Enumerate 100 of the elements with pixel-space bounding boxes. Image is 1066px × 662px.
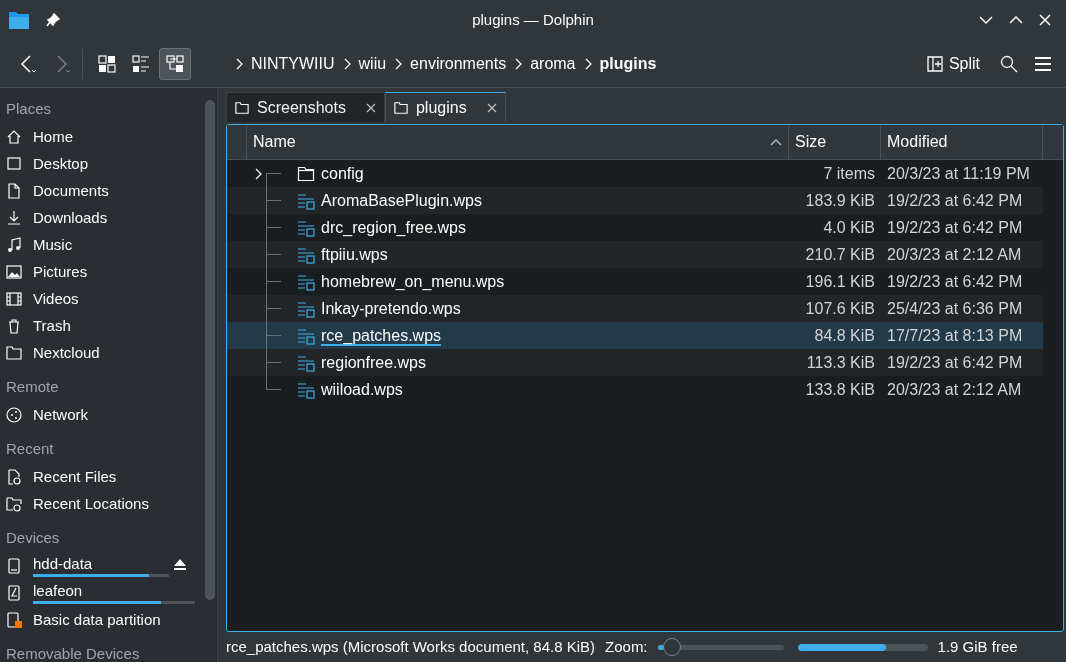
file-name: ftpiiu.wps bbox=[321, 245, 388, 263]
chevron-icon bbox=[514, 57, 523, 70]
drive-icon bbox=[6, 557, 22, 574]
close-icon[interactable] bbox=[486, 102, 497, 113]
column-header[interactable]: Name bbox=[247, 125, 789, 159]
file-size: 183.9 KiB bbox=[804, 190, 876, 211]
trash-icon bbox=[6, 317, 22, 334]
item-label: Trash bbox=[33, 316, 71, 335]
chevron-icon bbox=[394, 57, 403, 70]
file-name: config bbox=[321, 164, 364, 182]
file-row[interactable]: rce_patches.wps 84.8 KiB 17/7/23 at 8:13 PM bbox=[227, 322, 1043, 349]
item-label: Recent Files bbox=[33, 467, 117, 486]
breadcrumb-item[interactable]: plugins bbox=[597, 51, 659, 76]
document-icon bbox=[297, 380, 315, 399]
chevron-icon bbox=[235, 57, 243, 70]
sidebar-item[interactable]: Basic data partition bbox=[6, 606, 201, 633]
list-icon bbox=[132, 54, 150, 73]
desktop-icon bbox=[6, 155, 22, 172]
maximize-icon[interactable] bbox=[1008, 15, 1024, 25]
file-name: wiiload.wps bbox=[321, 380, 403, 398]
item-label: Recent Locations bbox=[33, 494, 149, 513]
item-label: Desktop bbox=[33, 154, 89, 173]
sidebar-item[interactable]: Documents bbox=[6, 177, 201, 204]
section-header: Recent bbox=[6, 439, 55, 460]
split-view-icon bbox=[926, 55, 943, 72]
split-button[interactable]: Split bbox=[922, 51, 984, 76]
file-size: 196.1 KiB bbox=[804, 271, 876, 292]
sidebar-item[interactable]: Network bbox=[6, 401, 201, 428]
scrollbar[interactable] bbox=[205, 100, 215, 600]
modified-date: 25/4/23 at 6:36 PM bbox=[886, 298, 1024, 319]
sidebar-item[interactable]: Trash bbox=[6, 312, 201, 339]
tree-line bbox=[266, 241, 281, 268]
modified-date: 20/3/23 at 2:12 AM bbox=[886, 244, 1023, 265]
modified-date: 19/2/23 at 6:42 PM bbox=[886, 217, 1024, 238]
file-size: 210.7 KiB bbox=[804, 244, 876, 265]
column-header[interactable]: Size bbox=[789, 125, 881, 159]
column-header[interactable]: Modified bbox=[881, 125, 1043, 159]
sidebar-item[interactable]: leafeon bbox=[6, 579, 201, 606]
item-label: Music bbox=[33, 235, 73, 254]
sidebar-item[interactable]: Desktop bbox=[6, 150, 201, 177]
file-name: rce_patches.wps bbox=[321, 326, 442, 346]
minimize-icon[interactable] bbox=[978, 15, 994, 25]
item-label: Pictures bbox=[33, 262, 88, 281]
sidebar-item[interactable]: Downloads bbox=[6, 204, 201, 231]
document-icon bbox=[297, 191, 315, 210]
sidebar-item[interactable]: Music bbox=[6, 231, 201, 258]
close-icon[interactable] bbox=[365, 102, 376, 113]
sidebar-item[interactable]: Pictures bbox=[6, 258, 201, 285]
file-row[interactable]: Inkay-pretendo.wps 107.6 KiB 25/4/23 at 6:36 PM bbox=[227, 295, 1043, 322]
item-label: Basic data partition bbox=[33, 610, 161, 629]
item-label: Documents bbox=[33, 181, 109, 200]
file-row[interactable]: regionfree.wps 113.3 KiB 19/2/23 at 6:42 PM bbox=[227, 349, 1043, 376]
tree-line bbox=[266, 295, 281, 322]
modified-date: 19/2/23 at 6:42 PM bbox=[886, 190, 1024, 211]
film-icon bbox=[6, 290, 22, 307]
breadcrumb-item[interactable]: wiiu bbox=[356, 51, 389, 76]
file-size: 4.0 KiB bbox=[822, 217, 876, 238]
slider-thumb[interactable] bbox=[662, 638, 681, 656]
modified-date: 19/2/23 at 6:42 PM bbox=[886, 352, 1024, 373]
file-name: AromaBasePlugin.wps bbox=[321, 191, 482, 209]
file-row[interactable]: ftpiiu.wps 210.7 KiB 20/3/23 at 2:12 AM bbox=[227, 241, 1043, 268]
document-icon bbox=[297, 218, 315, 237]
breadcrumb-item[interactable]: environments bbox=[408, 51, 509, 76]
sidebar-item[interactable]: Videos bbox=[6, 285, 201, 312]
file-row[interactable]: AromaBasePlugin.wps 183.9 KiB 19/2/23 at 6:42 PM bbox=[227, 187, 1043, 214]
sidebar-item[interactable]: hdd-data bbox=[6, 552, 201, 579]
folder-icon bbox=[297, 164, 315, 183]
folder-icon bbox=[6, 344, 22, 361]
network-icon bbox=[6, 406, 22, 423]
modified-date: 20/3/23 at 2:12 AM bbox=[886, 379, 1023, 400]
tab[interactable]: plugins bbox=[384, 92, 506, 122]
eject-icon[interactable] bbox=[173, 558, 187, 571]
drive-icon bbox=[6, 584, 22, 601]
zoom-slider[interactable] bbox=[657, 638, 784, 656]
item-label: leafeon bbox=[33, 581, 83, 600]
item-label: Downloads bbox=[33, 208, 108, 227]
menu-icon[interactable] bbox=[1034, 55, 1052, 72]
search-icon[interactable] bbox=[1000, 54, 1018, 73]
file-name: Inkay-pretendo.wps bbox=[321, 299, 461, 317]
sidebar-item[interactable]: Nextcloud bbox=[6, 339, 201, 366]
pin-icon[interactable] bbox=[46, 13, 60, 27]
file-name: homebrew_on_menu.wps bbox=[321, 272, 505, 290]
tab[interactable]: Screenshots bbox=[226, 92, 385, 122]
file-size: 7 items bbox=[822, 163, 876, 184]
section-header: Places bbox=[6, 99, 53, 120]
sidebar-item[interactable]: Recent Locations bbox=[6, 490, 201, 517]
sidebar-item[interactable]: Home bbox=[6, 123, 201, 150]
section-header: Remote bbox=[6, 377, 60, 398]
breadcrumb-item[interactable]: aroma bbox=[528, 51, 578, 76]
breadcrumb-item[interactable]: NINTYWIIU bbox=[249, 51, 337, 76]
recent-file-icon bbox=[6, 468, 22, 485]
folder-icon bbox=[393, 100, 408, 115]
details-view-button[interactable] bbox=[159, 47, 191, 80]
zoom-label: Zoom: bbox=[605, 636, 648, 657]
modified-date: 17/7/23 at 8:13 PM bbox=[886, 325, 1024, 346]
file-name: regionfree.wps bbox=[321, 353, 426, 371]
sidebar-item[interactable]: Recent Files bbox=[6, 463, 201, 490]
picture-icon bbox=[6, 263, 22, 280]
item-label: Network bbox=[33, 405, 88, 424]
drive-icon bbox=[6, 611, 22, 628]
